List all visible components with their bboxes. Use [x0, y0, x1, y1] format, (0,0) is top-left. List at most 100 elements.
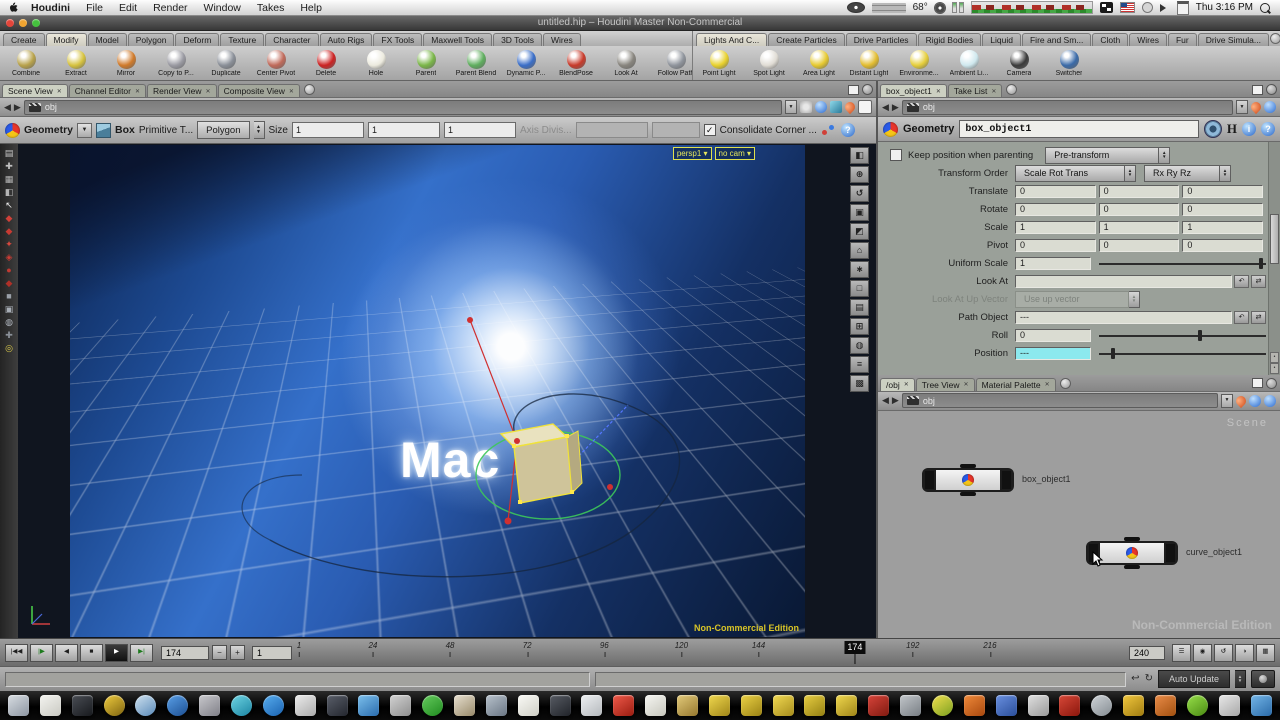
path-field[interactable]: obj [902, 100, 1233, 115]
primitive-type-select[interactable]: Polygon [197, 121, 249, 139]
rotate-order-select[interactable]: Rx Ry Rz [1144, 165, 1220, 182]
shelf-tab[interactable]: Drive Simula... [1198, 33, 1269, 46]
dock-app-icon[interactable] [741, 695, 762, 716]
white-panel-icon[interactable] [858, 100, 872, 114]
node-flag-right[interactable] [1166, 544, 1175, 562]
forward-icon[interactable]: ▶ [892, 396, 899, 405]
dock-app-icon[interactable] [135, 695, 156, 716]
transport-button[interactable]: ▶| [130, 644, 153, 662]
dock-app-icon[interactable] [645, 695, 666, 716]
shelf-tab[interactable]: Deform [175, 33, 219, 46]
size-x-field[interactable]: 1 [292, 122, 364, 138]
dock-app-icon[interactable] [199, 695, 220, 716]
shelf-tab[interactable]: Fur [1168, 33, 1197, 46]
viewport-tool-icon[interactable]: ↖ [5, 201, 13, 210]
shelf-tab[interactable]: Character [265, 33, 318, 46]
shelf-tool[interactable]: Extract [53, 50, 99, 77]
maximize-pane-icon[interactable] [848, 85, 859, 95]
roll-field[interactable]: 0 [1015, 329, 1091, 342]
shelf-tab[interactable]: Fire and Sm... [1022, 33, 1091, 46]
info-icon[interactable]: i [1242, 122, 1256, 136]
shelf-tool[interactable]: Switcher [1046, 50, 1092, 77]
op-select-icon[interactable]: ⇄ [1251, 311, 1266, 324]
gear-menu-icon[interactable] [1204, 120, 1222, 138]
viewport-tool-icon[interactable]: ✚ [5, 162, 13, 171]
playback-option-button[interactable]: ▦ [1256, 644, 1275, 662]
pane-tab[interactable]: Render View [147, 84, 217, 97]
pane-menu-icon[interactable] [1266, 378, 1277, 389]
shelf-tool[interactable]: Spot Light [746, 50, 792, 77]
memory-arrow-icon[interactable]: ↩ [1131, 674, 1139, 684]
camera-menu-tag[interactable]: persp1 ▾ [673, 147, 712, 160]
viewport-tool-icon[interactable]: ◆ [6, 227, 13, 236]
pretransform-select[interactable]: Pre-transform [1045, 147, 1159, 164]
op-jump-icon[interactable]: ↶ [1234, 275, 1249, 288]
transport-button[interactable]: ■ [80, 644, 103, 662]
dock-app-icon[interactable] [900, 695, 921, 716]
menu-item[interactable]: Houdini [31, 2, 70, 14]
dock-app-icon[interactable] [1187, 695, 1208, 716]
recook-icon[interactable]: ↻ [1145, 674, 1153, 684]
viewport-control-icon[interactable]: □ [850, 280, 869, 297]
shelf-tool[interactable]: Copy to P... [153, 50, 199, 77]
uniform-scale-slider[interactable] [1099, 257, 1266, 270]
shelf-tab[interactable]: Modify [46, 33, 87, 46]
menu-item[interactable]: Help [300, 2, 322, 14]
dock-app-icon[interactable] [454, 695, 475, 716]
pin-icon[interactable] [843, 100, 857, 114]
viewport-tool-icon[interactable]: ▤ [5, 149, 14, 158]
position-field[interactable]: --- [1015, 347, 1091, 360]
houdini-help-icon[interactable]: H [1227, 121, 1237, 137]
dock-app-icon[interactable] [581, 695, 602, 716]
shelf-tab[interactable]: Cloth [1092, 33, 1128, 46]
shelf-tab[interactable]: Texture [220, 33, 264, 46]
menu-item[interactable]: Edit [119, 2, 137, 14]
pane-link-icon[interactable] [1249, 395, 1261, 407]
shelf-tool[interactable]: BlendPose [553, 50, 599, 77]
shelf-tool[interactable]: Parent Blend [453, 50, 499, 77]
frame-decrement-button[interactable]: − [212, 645, 227, 660]
viewport-control-icon[interactable]: ▩ [850, 375, 869, 392]
path-dropdown-icon[interactable]: ▼ [1236, 100, 1248, 114]
maximize-pane-icon[interactable] [1252, 378, 1263, 388]
dock-app-icon[interactable] [1219, 695, 1240, 716]
shelf-tool[interactable]: Dynamic P... [503, 50, 549, 77]
viewport-control-icon[interactable]: ▣ [850, 204, 869, 221]
shelf-tool[interactable]: Ambient Li... [946, 50, 992, 77]
viewport[interactable]: Mac [18, 144, 876, 638]
points-tool-icon[interactable] [821, 123, 837, 137]
shelf-tool[interactable]: Area Light [796, 50, 842, 77]
dock-app-icon[interactable] [804, 695, 825, 716]
scroll-dot-button[interactable]: • [1270, 352, 1279, 363]
context-dropdown-icon[interactable]: ▼ [77, 123, 92, 138]
fill-view-icon[interactable] [830, 101, 842, 113]
viewport-tool-icon[interactable]: ◆ [6, 279, 13, 288]
viewport-control-icon[interactable]: ⊕ [850, 166, 869, 183]
apple-menu-icon[interactable] [8, 2, 19, 13]
shelf-tool[interactable]: Parent [403, 50, 449, 77]
z-field[interactable]: 1 [1182, 221, 1263, 234]
pane-menu-icon[interactable] [862, 84, 873, 95]
transport-button[interactable]: |▶ [30, 644, 53, 662]
playback-option-button[interactable]: ◑ [1235, 644, 1254, 662]
shelf-tool[interactable]: Combine [3, 50, 49, 77]
dock-app-icon[interactable] [8, 695, 29, 716]
dock-app-icon[interactable] [422, 695, 443, 716]
roll-slider[interactable] [1099, 329, 1266, 342]
pane-tab[interactable]: Tree View [916, 378, 975, 391]
dock-app-icon[interactable] [1251, 695, 1272, 716]
playback-option-button[interactable]: ☰ [1172, 644, 1191, 662]
cpu-graph-icon[interactable] [971, 1, 1093, 14]
keep-position-checkbox[interactable] [890, 149, 902, 161]
pane-link-icon[interactable] [1264, 395, 1276, 407]
dock-app-icon[interactable] [72, 695, 93, 716]
viewport-tool-icon[interactable]: ◆ [6, 214, 13, 223]
calendar-icon[interactable] [1177, 1, 1189, 15]
menubar-clock[interactable]: Thu 3:16 PM [1196, 2, 1253, 13]
dock-app-icon[interactable] [996, 695, 1017, 716]
eye-menu-icon[interactable] [847, 2, 865, 13]
shelf-tab[interactable]: Polygon [128, 33, 175, 46]
dock-app-icon[interactable] [40, 695, 61, 716]
snapshot-camera-button[interactable] [1251, 670, 1275, 688]
forward-icon[interactable]: ▶ [892, 103, 899, 112]
